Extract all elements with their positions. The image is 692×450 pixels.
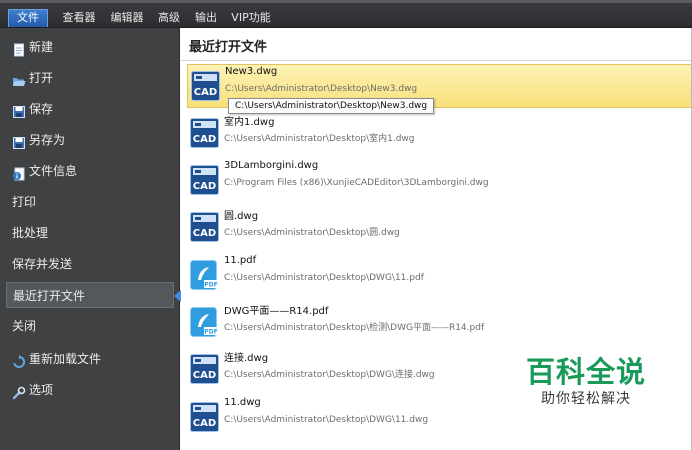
svg-text:CAD: CAD xyxy=(193,181,216,192)
svg-text:CAD: CAD xyxy=(193,370,216,381)
reload-icon xyxy=(12,352,26,368)
sidebar-item-label: 选项 xyxy=(29,383,54,397)
pdf-file-icon: PDF xyxy=(190,307,219,337)
file-path: C:\Users\Administrator\Desktop\New3.dwg xyxy=(225,84,418,94)
sidebar: 新建 打开 保存 另存为 文件信息 打印 批处理 保存并发送 最近打开文件 关闭… xyxy=(0,28,182,450)
sidebar-item-recent-files[interactable]: 最近打开文件 xyxy=(6,282,182,308)
path-tooltip: C:\Users\Administrator\Desktop\New3.dwg xyxy=(228,98,435,114)
file-name: 11.dwg xyxy=(224,397,261,408)
tab-file[interactable]: 文件 xyxy=(8,9,48,27)
sidebar-item-label: 重新加载文件 xyxy=(29,352,102,366)
sidebar-item-label: 另存为 xyxy=(29,133,66,147)
file-path: C:\Users\Administrator\Desktop\圆.dwg xyxy=(224,228,400,238)
folder-open-icon xyxy=(12,71,26,86)
svg-text:PDF: PDF xyxy=(204,282,217,289)
save-as-icon xyxy=(12,133,26,149)
sidebar-item-label: 关闭 xyxy=(12,319,37,333)
menubar: 文件 查看器 编辑器 高级 输出 VIP功能 xyxy=(0,0,692,28)
file-name: 连接.dwg xyxy=(224,353,269,364)
file-path: C:\Program Files (x86)\XunjieCADEditor\3… xyxy=(224,178,489,188)
page-title: 最近打开文件 xyxy=(189,40,268,55)
file-name: DWG平面——R14.pdf xyxy=(224,306,329,317)
sidebar-item-open[interactable]: 打开 xyxy=(6,65,174,91)
app-window: 文件 查看器 编辑器 高级 输出 VIP功能 新建 打开 保存 另存为 文件信息… xyxy=(0,0,692,450)
file-path: C:\Users\Administrator\Desktop\DWG\连接.dw… xyxy=(224,370,435,380)
sidebar-item-label: 打印 xyxy=(12,195,37,209)
sidebar-item-reload[interactable]: 重新加载文件 xyxy=(6,346,174,372)
cad-file-icon: CAD xyxy=(190,402,219,432)
sidebar-item-label: 打开 xyxy=(29,71,54,85)
sidebar-item-label: 批处理 xyxy=(12,226,49,240)
cad-file-icon: CAD xyxy=(190,354,219,384)
options-wrench-icon xyxy=(12,383,26,399)
sidebar-item-options[interactable]: 选项 xyxy=(6,377,174,403)
sidebar-item-label: 新建 xyxy=(29,40,54,54)
recent-file-item[interactable]: CAD 3DLamborgini.dwg C:\Program Files (x… xyxy=(187,159,692,203)
file-name: 圆.dwg xyxy=(224,211,259,222)
sidebar-item-new[interactable]: 新建 xyxy=(6,34,174,60)
sidebar-item-print[interactable]: 打印 xyxy=(6,189,174,215)
sidebar-item-label: 最近打开文件 xyxy=(13,289,86,303)
file-path: C:\Users\Administrator\Desktop\DWG\11.dw… xyxy=(224,415,429,425)
tab-viewer[interactable]: 查看器 xyxy=(58,9,100,27)
watermark-title: 百科全说 xyxy=(525,355,646,389)
sidebar-item-save-as[interactable]: 另存为 xyxy=(6,127,174,153)
sidebar-item-batch[interactable]: 批处理 xyxy=(6,220,174,246)
cad-file-icon: CAD xyxy=(190,165,219,195)
tab-vip[interactable]: VIP功能 xyxy=(228,9,274,27)
sidebar-item-file-info[interactable]: 文件信息 xyxy=(6,158,174,184)
file-name: 室内1.dwg xyxy=(224,117,275,128)
file-name: 11.pdf xyxy=(224,255,257,266)
sidebar-item-save-send[interactable]: 保存并发送 xyxy=(6,251,174,277)
file-name: New3.dwg xyxy=(225,66,278,77)
svg-text:CAD: CAD xyxy=(193,134,216,145)
recent-file-item[interactable]: CAD 室内1.dwg C:\Users\Administrator\Deskt… xyxy=(187,112,692,156)
divider xyxy=(181,60,692,61)
save-icon xyxy=(12,102,26,118)
recent-file-item[interactable]: PDF DWG平面——R14.pdf C:\Users\Administrato… xyxy=(187,301,692,345)
tab-output[interactable]: 输出 xyxy=(191,9,221,27)
file-path: C:\Users\Administrator\Desktop\室内1.dwg xyxy=(224,134,415,144)
recent-file-item[interactable]: CAD 圆.dwg C:\Users\Administrator\Desktop… xyxy=(187,206,692,250)
tab-editor[interactable]: 编辑器 xyxy=(106,9,148,27)
menubar-top-edge xyxy=(0,0,692,3)
pdf-file-icon: PDF xyxy=(190,260,219,290)
file-path: C:\Users\Administrator\Desktop\检测\DWG平面—… xyxy=(224,323,485,333)
sidebar-item-label: 保存 xyxy=(29,102,54,116)
svg-text:CAD: CAD xyxy=(194,87,217,98)
sidebar-item-label: 保存并发送 xyxy=(12,257,73,271)
svg-text:PDF: PDF xyxy=(204,329,217,336)
svg-text:CAD: CAD xyxy=(193,418,216,429)
sidebar-item-close[interactable]: 关闭 xyxy=(6,313,174,339)
file-name: 3DLamborgini.dwg xyxy=(224,160,319,171)
sidebar-item-label: 文件信息 xyxy=(29,164,78,178)
cad-file-icon: CAD xyxy=(191,71,220,101)
file-path: C:\Users\Administrator\Desktop\DWG\11.pd… xyxy=(224,273,424,283)
watermark-subtitle: 助你轻松解决 xyxy=(541,391,631,407)
cad-file-icon: CAD xyxy=(190,212,219,242)
watermark: 百科全说 助你轻松解决 xyxy=(516,355,656,409)
file-info-icon xyxy=(12,164,26,180)
cad-file-icon: CAD xyxy=(190,118,219,148)
tab-advanced[interactable]: 高级 xyxy=(154,9,184,27)
recent-file-item[interactable]: PDF 11.pdf C:\Users\Administrator\Deskto… xyxy=(187,254,692,298)
svg-text:CAD: CAD xyxy=(193,228,216,239)
sidebar-item-save[interactable]: 保存 xyxy=(6,96,174,122)
new-doc-icon xyxy=(12,40,26,56)
